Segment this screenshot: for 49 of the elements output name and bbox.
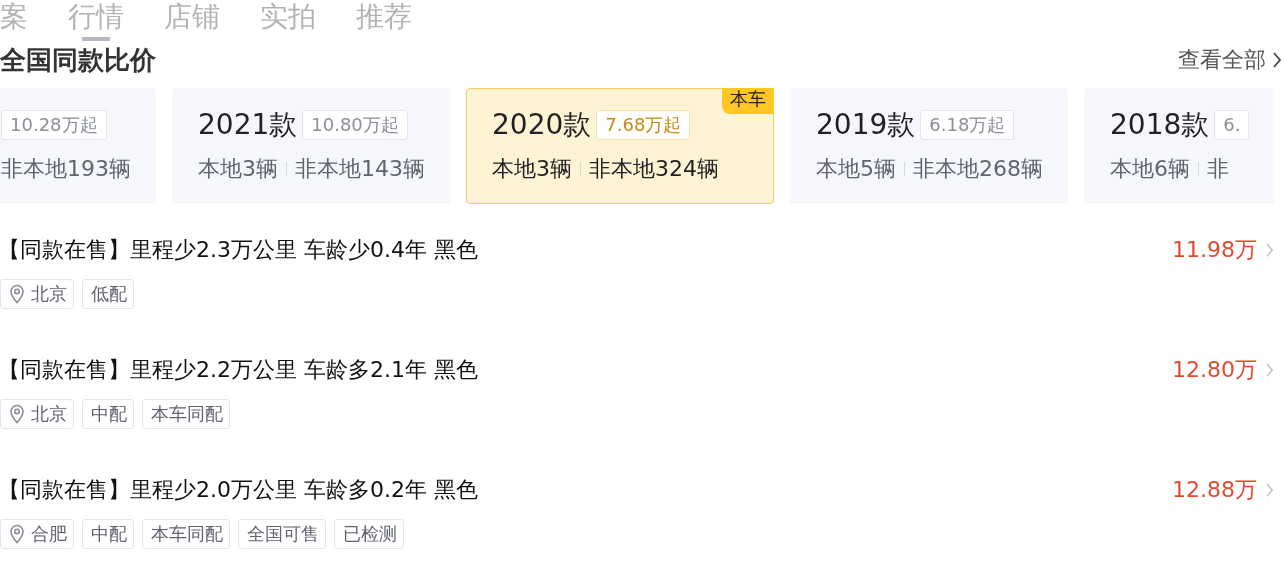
local-count: 本地3辆 bbox=[492, 155, 572, 183]
current-car-badge: 本车 bbox=[722, 88, 774, 114]
year-card[interactable]: 2019款 6.18万起 本地5辆 非本地268辆 bbox=[790, 88, 1068, 204]
year-card[interactable]: 2021款 10.80万起 本地3辆 非本地143辆 bbox=[172, 88, 450, 204]
feature-tag: 中配 bbox=[82, 519, 134, 549]
feature-tag: 已检测 bbox=[334, 519, 404, 549]
year-card[interactable]: 2018款 6. 本地6辆 非 bbox=[1084, 88, 1275, 204]
price-tag: 6. bbox=[1214, 110, 1250, 140]
listing-price: 12.88万 bbox=[1172, 476, 1257, 504]
location-tag: 北京 bbox=[0, 399, 74, 429]
nonlocal-count: 非本地193辆 bbox=[1, 155, 131, 183]
chevron-right-icon bbox=[1272, 51, 1282, 69]
feature-tag: 中配 bbox=[82, 399, 134, 429]
feature-tag: 全国可售 bbox=[238, 519, 326, 549]
location-pin-icon bbox=[9, 524, 25, 544]
price-tag: 10.28万起 bbox=[1, 110, 107, 140]
listing-price: 11.98万 bbox=[1172, 236, 1257, 264]
year-card[interactable]: 10.28万起 非本地193辆 bbox=[0, 88, 156, 204]
price-tag: 6.18万起 bbox=[920, 110, 1015, 140]
view-all-link[interactable]: 查看全部 bbox=[1172, 44, 1284, 76]
model-year: 2020款 bbox=[492, 107, 592, 143]
price-tag: 7.68万起 bbox=[596, 110, 691, 140]
year-card[interactable]: 2020款 7.68万起 本地3辆 非本地324辆 本车 bbox=[466, 88, 774, 204]
model-year: 2019款 bbox=[816, 107, 916, 143]
feature-tag: 本车同配 bbox=[142, 519, 230, 549]
feature-tag: 低配 bbox=[82, 279, 134, 309]
listing-title[interactable]: 【同款在售】里程少2.2万公里 车龄多2.1年 黑色 bbox=[0, 355, 478, 385]
location-tag: 合肥 bbox=[0, 519, 74, 549]
listing-title[interactable]: 【同款在售】里程少2.0万公里 车龄多0.2年 黑色 bbox=[0, 475, 478, 505]
listing-price: 12.80万 bbox=[1172, 356, 1257, 384]
location-tag: 北京 bbox=[0, 279, 74, 309]
nonlocal-count: 非本地324辆 bbox=[589, 155, 719, 183]
section-title: 全国同款比价 bbox=[0, 44, 156, 76]
model-year: 2021款 bbox=[198, 107, 298, 143]
chevron-right-icon bbox=[1265, 361, 1274, 379]
location-pin-icon bbox=[9, 404, 25, 424]
chevron-right-icon bbox=[1265, 481, 1274, 499]
price-tag: 10.80万起 bbox=[302, 110, 408, 140]
nonlocal-count: 非本地268辆 bbox=[913, 155, 1043, 183]
chevron-right-icon bbox=[1265, 241, 1274, 259]
feature-tag: 本车同配 bbox=[142, 399, 230, 429]
local-count: 本地5辆 bbox=[816, 155, 896, 183]
listing-title[interactable]: 【同款在售】里程少2.3万公里 车龄少0.4年 黑色 bbox=[0, 235, 478, 265]
local-count: 本地3辆 bbox=[198, 155, 278, 183]
local-count: 本地6辆 bbox=[1110, 155, 1190, 183]
model-year: 2018款 bbox=[1110, 107, 1210, 143]
location-pin-icon bbox=[9, 284, 25, 304]
nonlocal-count: 非本地143辆 bbox=[295, 155, 425, 183]
nonlocal-count: 非 bbox=[1207, 155, 1229, 183]
